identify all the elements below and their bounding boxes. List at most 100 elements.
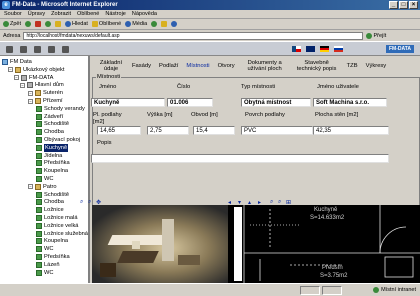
tab-floors[interactable]: Podlaží — [159, 63, 178, 69]
label-height: Výška [m] — [147, 112, 173, 118]
tree-item[interactable]: − Hlavní dům — [20, 81, 64, 89]
tree-item[interactable]: Chodba — [36, 198, 64, 206]
floor-plan-cad[interactable]: Kuchyně S=14.633m2 Předsíň S=3.75m2 — [230, 205, 420, 283]
user-name-field[interactable]: Soft Machina s.r.o. — [313, 98, 387, 107]
tree-item[interactable]: Koupelna — [36, 167, 68, 175]
tree-item[interactable]: − Přízemí — [28, 97, 63, 105]
expand-toggle-icon[interactable]: − — [28, 184, 33, 190]
groupbox-legend: Místnosti — [96, 74, 122, 80]
floor-area-field[interactable]: 14,65 — [97, 126, 141, 135]
tree-item[interactable]: Ložnice — [36, 206, 64, 214]
room-icon — [36, 215, 42, 221]
expand-toggle-icon[interactable]: − — [28, 90, 33, 96]
room-icon — [36, 238, 42, 245]
history-icon — [151, 21, 158, 27]
stop-button[interactable] — [35, 21, 42, 27]
wall-area-field[interactable]: 42,35 — [313, 126, 389, 135]
tree-item[interactable]: Schody verandy — [36, 105, 85, 113]
tree-item[interactable]: − Suterén — [28, 89, 63, 97]
forward-button[interactable] — [25, 21, 32, 27]
home-app-icon[interactable] — [6, 46, 13, 53]
tab-drawings[interactable]: Výkresy — [366, 63, 387, 69]
minimize-button[interactable]: _ — [389, 1, 398, 9]
label-user-name: Jméno uživatele — [317, 84, 359, 90]
expand-toggle-icon[interactable]: − — [20, 82, 25, 88]
floor-surface-field[interactable]: PVC — [241, 126, 313, 135]
tree-item[interactable]: Předsíňka — [36, 253, 70, 261]
tab-documents[interactable]: Dokumenty a užívání ploch — [243, 60, 287, 72]
tree-item[interactable]: Předsíňka — [36, 159, 70, 167]
print-button[interactable] — [171, 21, 178, 27]
drawing-viewer: Kuchyně S=14.633m2 Předsíň S=3.75m2 — [92, 205, 420, 283]
plan-hall-area: S=3.75m2 — [320, 273, 348, 279]
czech-flag-icon[interactable] — [292, 46, 301, 52]
room-icon — [36, 113, 42, 120]
menu-tools[interactable]: Nástroje — [105, 10, 125, 18]
perimeter-field[interactable]: 15,4 — [193, 126, 235, 135]
russian-flag-icon[interactable] — [334, 46, 343, 52]
expand-toggle-icon[interactable]: − — [28, 98, 33, 104]
tree-item[interactable]: Koupelna — [36, 237, 68, 245]
tab-basic-info[interactable]: Základní údaje — [98, 60, 124, 72]
expand-toggle-icon[interactable]: − — [14, 75, 19, 81]
zoom-out-icon[interactable]: ⌕ — [88, 199, 91, 206]
tree-item[interactable]: − FM-DATA — [14, 74, 53, 82]
help-app-icon[interactable] — [62, 46, 69, 53]
address-input[interactable]: http://localhost/fmdata/nexuws/default.a… — [23, 31, 364, 40]
tree-item[interactable]: Zádveří — [36, 113, 63, 121]
tree-item[interactable]: Ložnice velká — [36, 222, 78, 230]
settings-app-icon[interactable] — [34, 46, 41, 53]
history-button[interactable] — [151, 21, 158, 27]
room-3d-render[interactable] — [92, 205, 228, 283]
media-button[interactable]: Média — [125, 21, 147, 27]
back-button[interactable]: Zpět — [3, 21, 21, 27]
menu-edit[interactable]: Úpravy — [28, 10, 45, 18]
tree-item-label: Předsíňka — [44, 254, 70, 260]
description-field[interactable] — [91, 154, 389, 163]
room-type-field[interactable]: Obytná místnost — [241, 98, 311, 107]
height-field[interactable]: 2,75 — [147, 126, 189, 135]
tree-item[interactable]: Schodiště — [36, 191, 69, 199]
tree-item[interactable]: FM Data — [2, 58, 32, 66]
mail-button[interactable] — [161, 21, 168, 27]
maximize-button[interactable]: □ — [399, 1, 408, 9]
tree-item-label: Koupelna — [44, 168, 69, 175]
tree-item[interactable]: Jídelna — [36, 152, 62, 160]
tree-item[interactable]: − Ukázkový objekt — [8, 66, 64, 74]
menu-view[interactable]: Zobrazit — [51, 10, 71, 18]
number-field[interactable]: 01.006 — [167, 98, 213, 107]
tree-item[interactable]: WC — [36, 269, 53, 277]
search-button[interactable]: Hledat — [65, 21, 88, 27]
home-icon — [55, 21, 62, 27]
tab-technical-description[interactable]: Stavebně technický popis — [295, 60, 339, 72]
tab-openings[interactable]: Otvory — [218, 63, 235, 69]
print-app-icon[interactable] — [20, 46, 27, 53]
expand-toggle-icon[interactable]: − — [8, 67, 13, 73]
name-field[interactable]: Kuchyně — [91, 98, 165, 107]
tab-rooms[interactable]: Místnosti — [186, 63, 209, 69]
tree-item[interactable]: WC — [36, 245, 53, 253]
tree-item[interactable]: Lázeň — [36, 261, 60, 269]
tree-item[interactable]: Schodiště — [36, 120, 69, 128]
go-button[interactable]: Přejít — [366, 32, 386, 39]
german-flag-icon[interactable] — [320, 46, 329, 52]
menu-help[interactable]: Nápověda — [132, 10, 157, 18]
tree-item[interactable]: Obývací pokoj — [36, 136, 80, 144]
tree-item[interactable]: Chodba — [36, 128, 64, 136]
tree-item[interactable]: − Patro — [28, 183, 57, 191]
refresh-button[interactable] — [45, 21, 52, 27]
zoom-in-icon[interactable]: ⌕ — [80, 199, 83, 206]
menu-file[interactable]: Soubor — [4, 10, 22, 18]
tab-tzb[interactable]: TZB — [347, 63, 358, 69]
tree-item[interactable]: Ložnice malá — [36, 214, 78, 222]
close-button[interactable]: × — [409, 1, 418, 9]
export-app-icon[interactable] — [48, 46, 55, 53]
english-flag-icon[interactable] — [306, 46, 315, 52]
tree-item[interactable]: Kuchyně — [36, 143, 69, 152]
home-button[interactable] — [55, 21, 62, 27]
tree-item[interactable]: WC — [36, 175, 53, 183]
menu-favorites[interactable]: Oblíbené — [77, 10, 99, 18]
tab-facades[interactable]: Fasády — [132, 63, 151, 69]
favorites-button[interactable]: Oblíbené — [91, 21, 121, 27]
tree-item[interactable]: Ložnice služebná — [36, 230, 88, 238]
